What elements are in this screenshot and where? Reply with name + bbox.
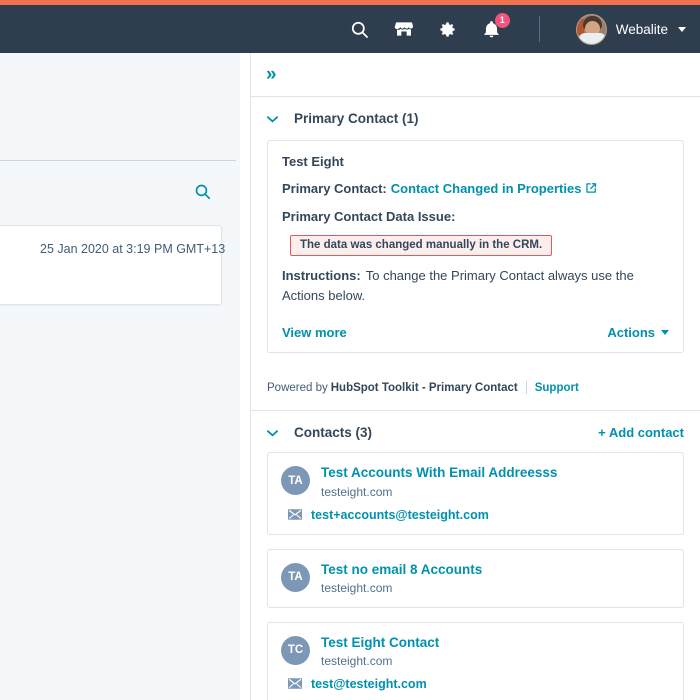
avatar: TA xyxy=(281,562,310,592)
contact-domain: testeight.com xyxy=(321,484,393,499)
left-panel-search-icon[interactable] xyxy=(194,183,211,205)
avatar: TA xyxy=(281,466,310,496)
view-more-link[interactable]: View more xyxy=(282,325,347,340)
data-issue-label-row: Primary Contact Data Issue: xyxy=(282,208,669,226)
left-panel-divider xyxy=(0,160,236,161)
external-link-icon[interactable] xyxy=(585,181,597,199)
instructions-label: Instructions: xyxy=(282,268,361,284)
contact-name-link[interactable]: Test Eight Contact xyxy=(321,635,439,651)
caret-down-icon xyxy=(661,330,669,336)
contacts-section: Contacts (3) + Add contact TA Test Accou… xyxy=(251,411,700,700)
contacts-section-header: Contacts (3) + Add contact xyxy=(251,411,700,452)
contact-name-link[interactable]: Test Accounts With Email Addreesss xyxy=(321,465,557,481)
contact-domain: testeight.com xyxy=(321,653,393,668)
add-contact-button[interactable]: + Add contact xyxy=(598,425,684,440)
actions-dropdown[interactable]: Actions xyxy=(607,325,669,340)
left-panel-card xyxy=(0,225,222,305)
right-sidebar-panel: » Primary Contact (1) Test Eight Primary… xyxy=(250,53,700,700)
data-issue-alert: The data was changed manually in the CRM… xyxy=(290,235,553,257)
list-item[interactable]: TA Test Accounts With Email Addreesss te… xyxy=(267,452,684,535)
avatar xyxy=(575,13,607,45)
app-root: 1 Webalite 25 Jan 2020 at 3:19 PM GMT+13… xyxy=(0,0,700,700)
envelope-icon xyxy=(288,678,302,690)
primary-contact-company-name: Test Eight xyxy=(282,154,344,169)
primary-contact-card: Test Eight Primary Contact: Contact Chang… xyxy=(267,140,684,354)
chevron-double-right-icon[interactable]: » xyxy=(266,65,276,84)
contact-email-row: test+accounts@testeight.com xyxy=(288,508,669,522)
notifications-bell-icon[interactable]: 1 xyxy=(481,13,510,40)
primary-contact-section: Primary Contact (1) Test Eight Primary C… xyxy=(251,97,700,412)
data-issue-label: Primary Contact Data Issue: xyxy=(282,208,456,224)
search-icon[interactable] xyxy=(349,18,371,40)
support-link[interactable]: Support xyxy=(535,382,579,394)
chevron-down-icon[interactable] xyxy=(267,427,278,438)
settings-gear-icon[interactable] xyxy=(437,18,459,40)
user-menu[interactable]: Webalite xyxy=(575,13,686,45)
left-background-panel: 25 Jan 2020 at 3:19 PM GMT+13 xyxy=(0,53,240,700)
actions-label: Actions xyxy=(607,325,655,341)
primary-contact-section-header: Primary Contact (1) xyxy=(251,97,700,138)
powered-by-product: HubSpot Toolkit - Primary Contact xyxy=(330,381,518,394)
list-item[interactable]: TC Test Eight Contact testeight.com test… xyxy=(267,621,684,700)
primary-contact-value-link[interactable]: Contact Changed in Properties xyxy=(391,181,582,196)
notification-badge: 1 xyxy=(494,13,510,28)
primary-contact-title: Primary Contact (1) xyxy=(294,111,419,126)
user-name-label: Webalite xyxy=(615,21,668,37)
contacts-title: Contacts (3) xyxy=(294,425,373,441)
panel-gap xyxy=(240,53,250,700)
instructions-row: Instructions: To change the Primary Conta… xyxy=(282,266,669,306)
contact-email-link[interactable]: test@testeight.com xyxy=(311,677,427,691)
top-navbar: 1 Webalite xyxy=(0,5,700,53)
powered-by-prefix: Powered by xyxy=(267,381,328,394)
primary-contact-label: Primary Contact: xyxy=(282,181,387,196)
marketplace-icon[interactable] xyxy=(393,18,415,40)
chevron-down-icon[interactable] xyxy=(267,113,278,124)
contact-domain: testeight.com xyxy=(321,580,393,595)
contact-name-link[interactable]: Test no email 8 Accounts xyxy=(321,562,482,578)
powered-by-divider xyxy=(525,381,527,395)
primary-contact-value-row: Primary Contact: Contact Changed in Prope… xyxy=(282,180,669,199)
panel-expand-row: » xyxy=(251,53,700,97)
chevron-down-icon xyxy=(678,26,686,32)
list-item[interactable]: TA Test no email 8 Accounts testeight.co… xyxy=(267,548,684,608)
navbar-icon-group: 1 Webalite xyxy=(349,13,686,45)
contact-email-row: test@testeight.com xyxy=(288,677,669,691)
left-panel-timestamp: 25 Jan 2020 at 3:19 PM GMT+13 xyxy=(40,242,226,256)
contact-email-link[interactable]: test+accounts@testeight.com xyxy=(311,508,489,522)
avatar: TC xyxy=(281,635,310,665)
envelope-icon xyxy=(288,509,302,520)
navbar-divider xyxy=(538,16,540,42)
primary-contact-card-footer: View more Actions xyxy=(282,322,669,340)
powered-by-footer: Powered by HubSpot Toolkit - Primary Con… xyxy=(251,367,700,410)
